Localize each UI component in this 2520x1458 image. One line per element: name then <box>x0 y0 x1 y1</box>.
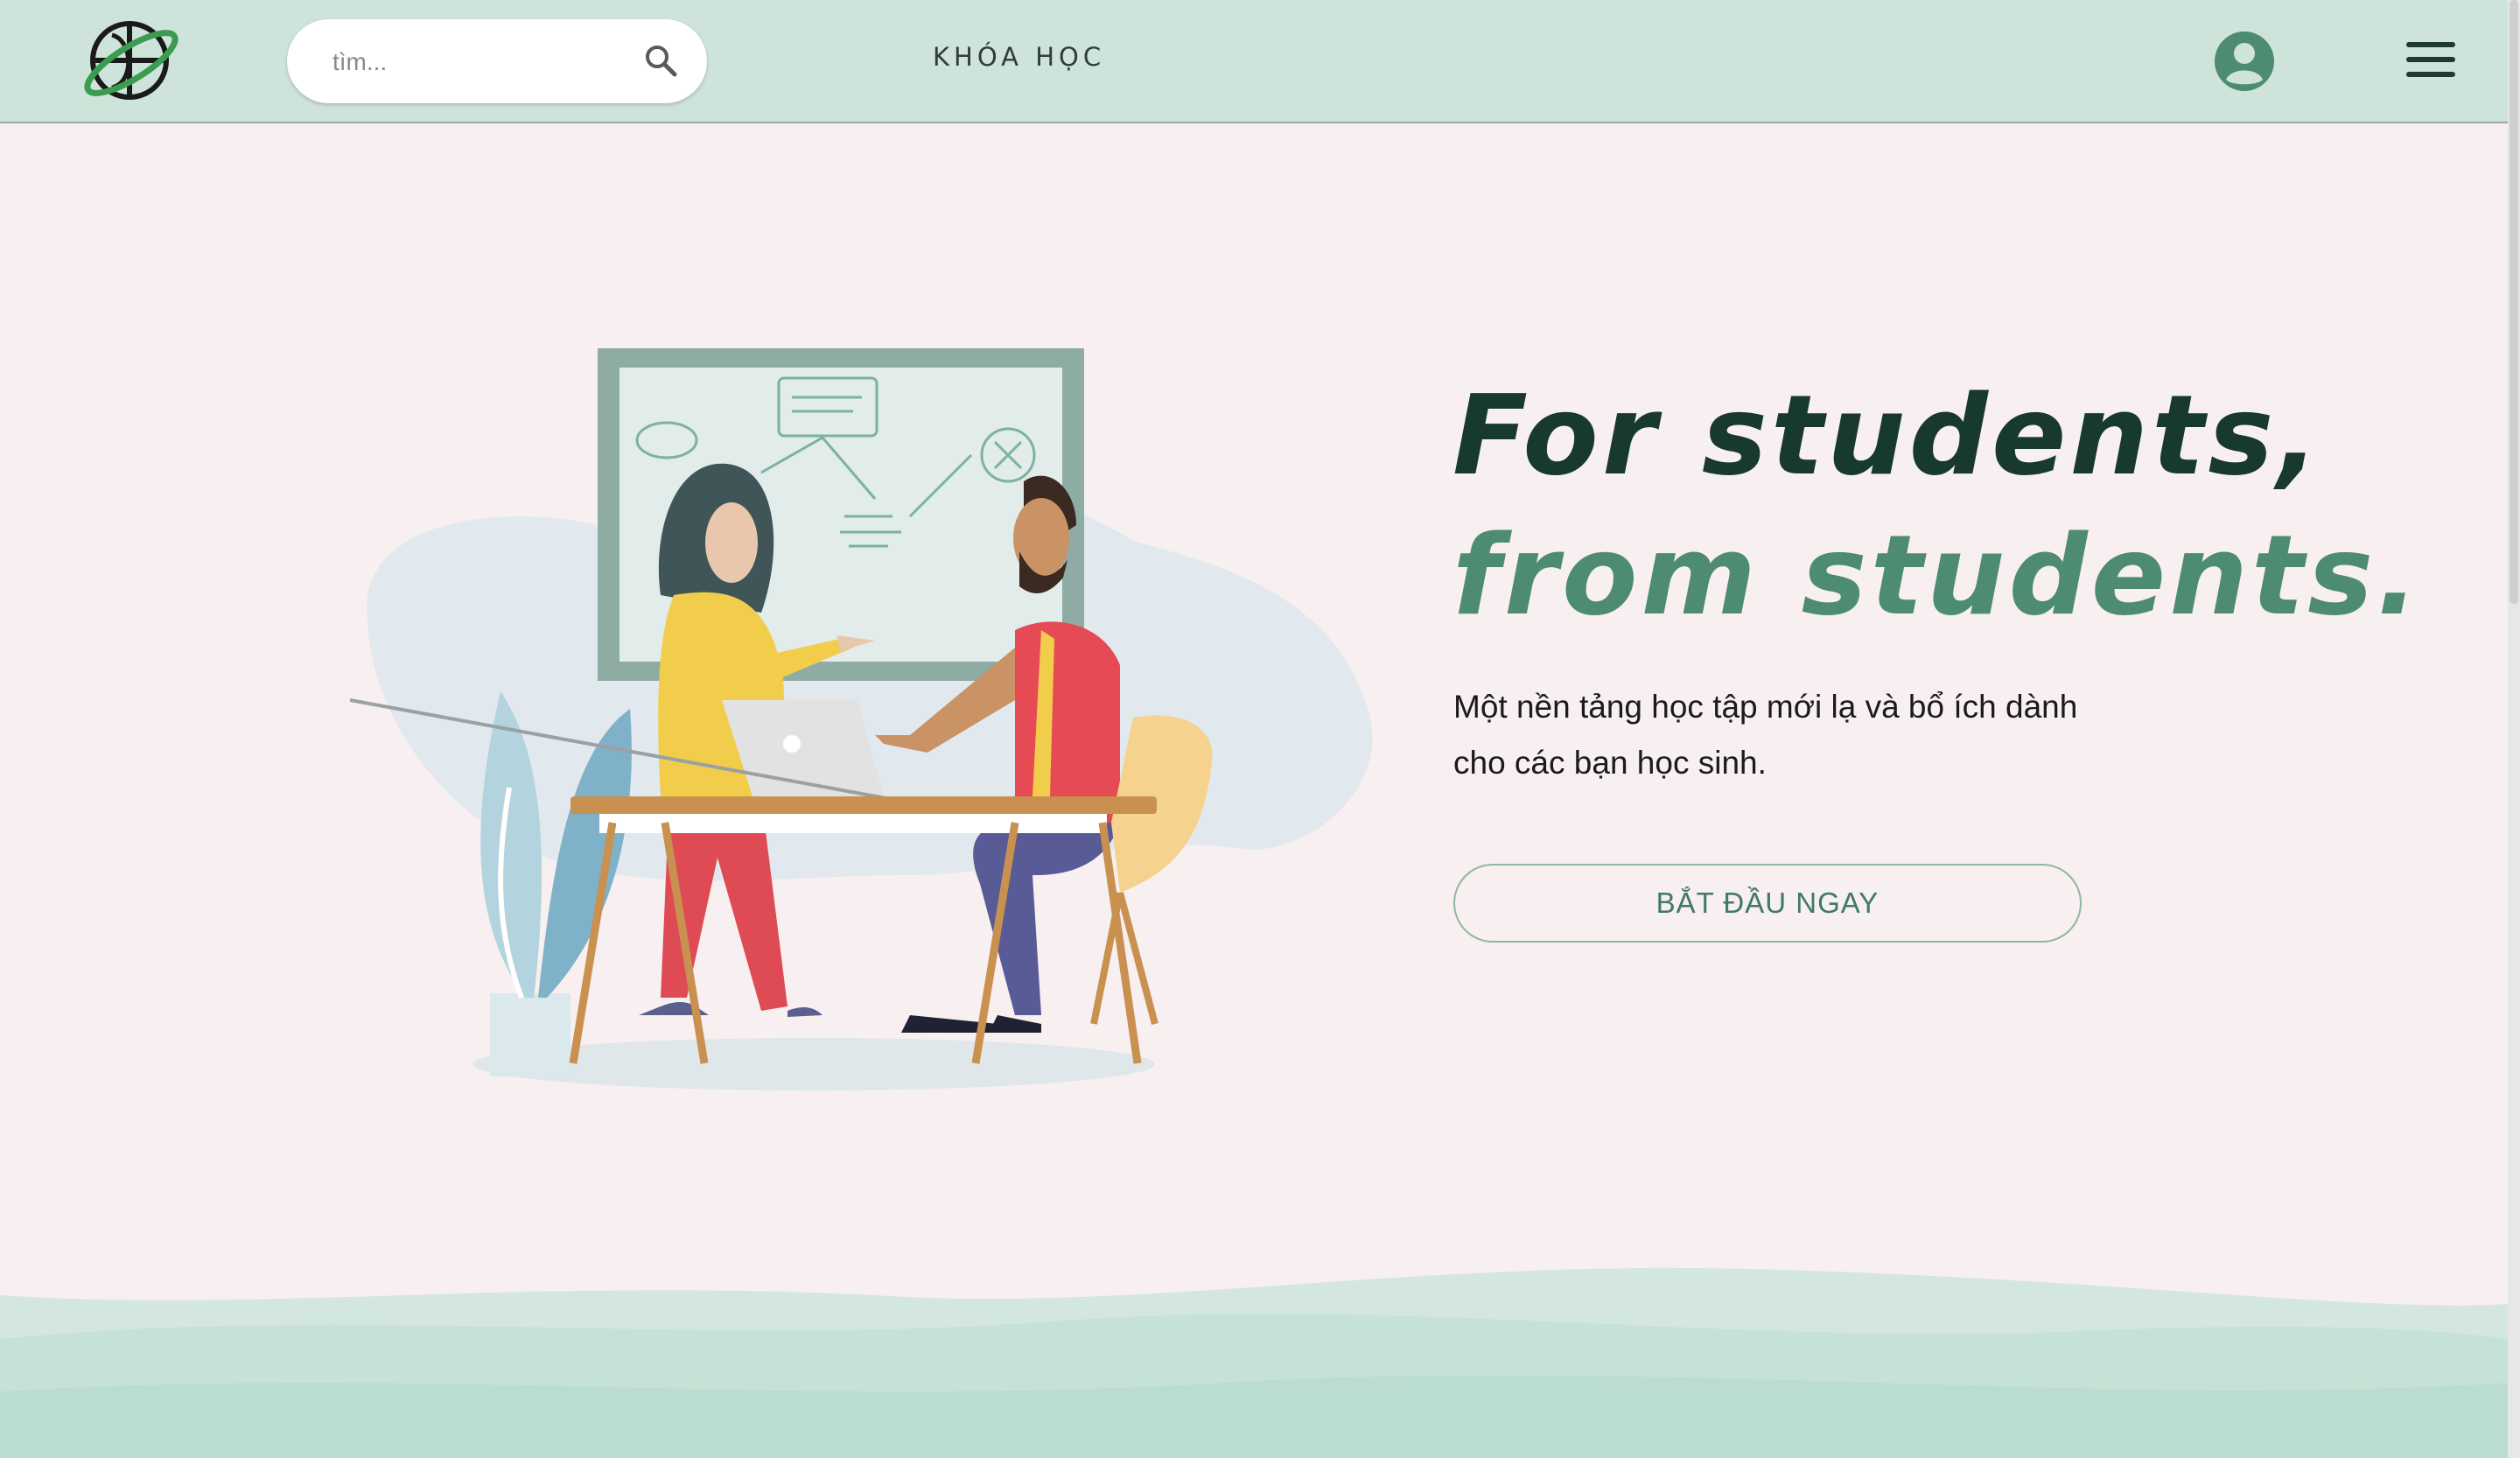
menu-bar <box>2406 72 2455 77</box>
footer-waves <box>0 1267 2508 1458</box>
nav-link-courses[interactable]: KHÓA HỌC <box>933 42 1105 72</box>
menu-bar <box>2406 42 2455 47</box>
user-circle-icon[interactable] <box>2214 31 2275 92</box>
scrollbar[interactable] <box>2508 0 2520 1458</box>
search-icon <box>646 46 677 77</box>
search-button[interactable] <box>642 42 681 81</box>
hero-title-line2: from students. <box>1452 511 2423 640</box>
hero-illustration <box>350 348 1373 1090</box>
scrollbar-thumb[interactable] <box>2510 0 2518 604</box>
hero-description: Một nền tảng học tập mới lạ và bổ ích dà… <box>1453 689 2078 781</box>
menu-bar <box>2406 57 2455 62</box>
hamburger-menu-icon[interactable] <box>2406 42 2455 81</box>
globe-logo[interactable] <box>80 18 182 103</box>
search-box <box>287 19 707 103</box>
search-input[interactable] <box>331 40 623 84</box>
get-started-button[interactable]: BẮT ĐẦU NGAY <box>1453 864 2082 943</box>
hero-title-line1: For students, <box>1452 371 2323 500</box>
navbar: KHÓA HỌC <box>0 0 2508 123</box>
